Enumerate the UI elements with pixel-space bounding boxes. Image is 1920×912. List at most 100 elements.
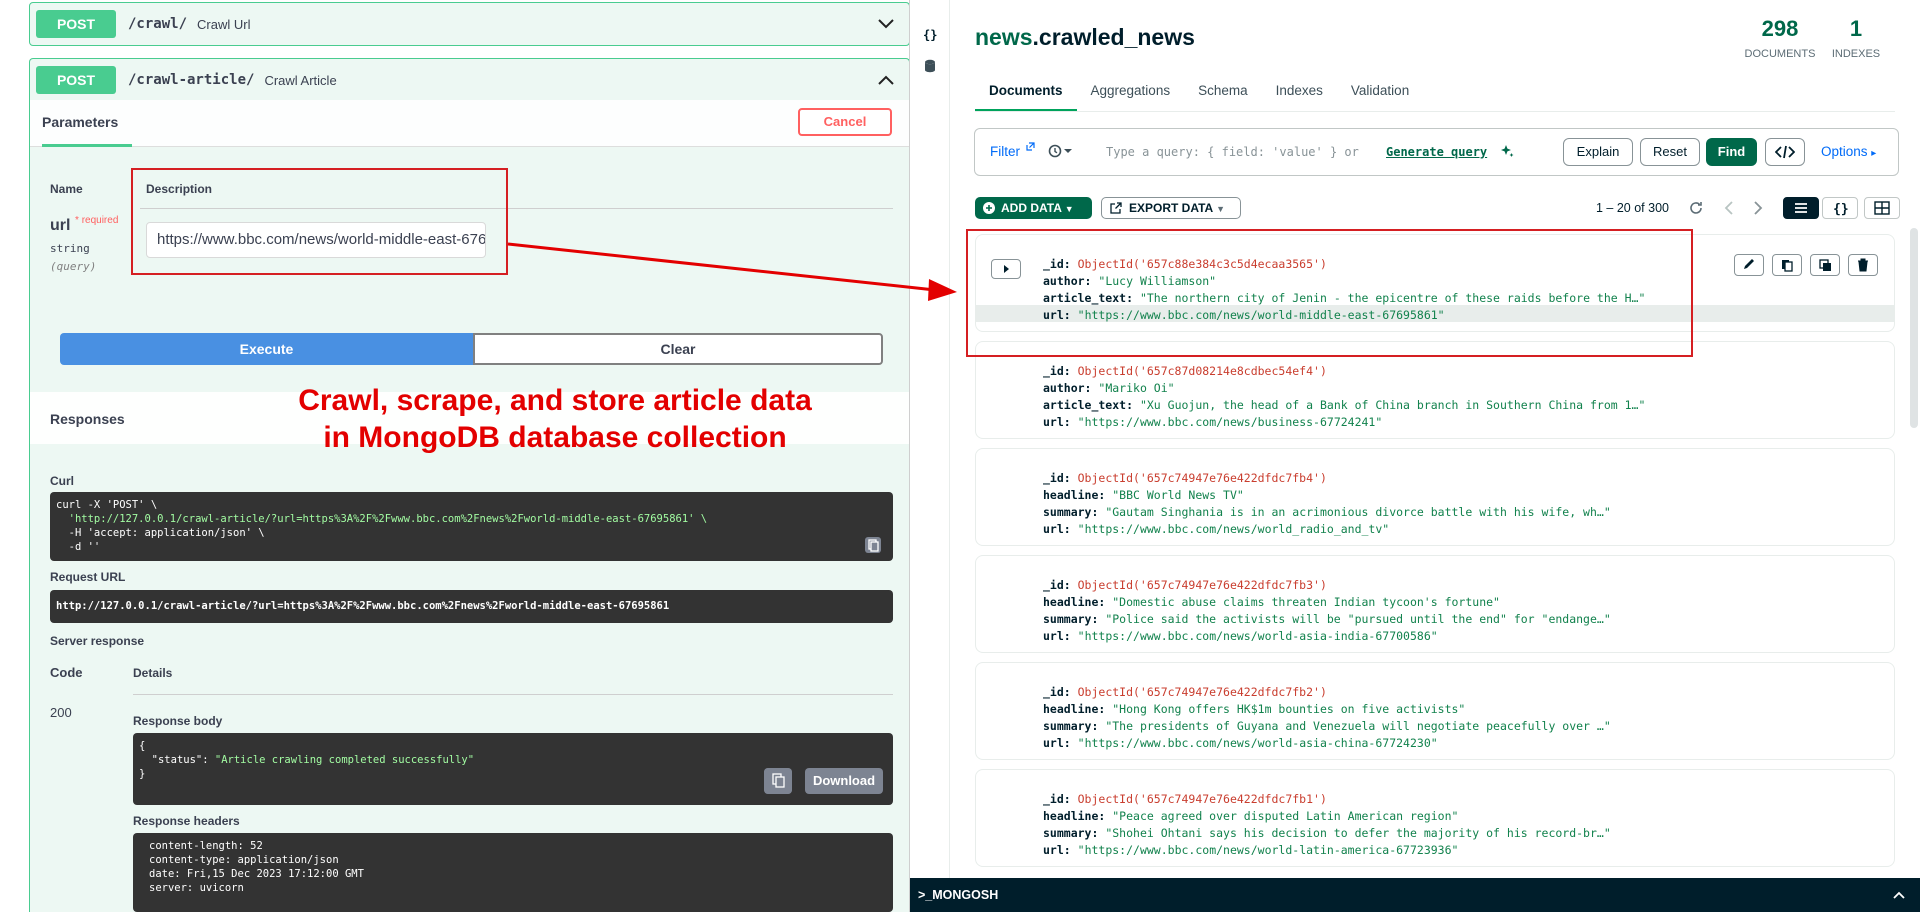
- tab-schema[interactable]: Schema: [1184, 82, 1262, 112]
- header-line: server: uvicorn: [149, 882, 244, 894]
- chevron-left-icon[interactable]: [1722, 200, 1736, 216]
- screen: POST /crawl/ Crawl Url POST /crawl-artic…: [0, 0, 1920, 912]
- braces-icon: {}: [1833, 202, 1849, 217]
- add-data-button[interactable]: ADD DATA ▼: [975, 197, 1092, 219]
- object-id: ObjectId('657c74947e76e422dfdc7fb4'): [1077, 471, 1327, 485]
- doc-field: _id: ObjectId('657c87d08214e8cdbec54ef4'…: [1043, 364, 1327, 378]
- tab-documents[interactable]: Documents: [975, 82, 1077, 112]
- code-icon: [1774, 145, 1796, 159]
- operation-summary: Crawl Article: [264, 72, 337, 88]
- method-badge: POST: [36, 10, 116, 38]
- doc-field: headline: "Domestic abuse claims threate…: [1043, 595, 1500, 609]
- documents-label: DOCUMENTS: [1744, 48, 1816, 60]
- doc-field: article_text: "Xu Guojun, the head of a …: [1043, 398, 1646, 412]
- annotation-text: Crawl, scrape, and store article data in…: [230, 382, 880, 456]
- export-data-label: EXPORT DATA: [1129, 201, 1213, 215]
- execute-button[interactable]: Execute: [60, 333, 473, 365]
- doc-field: url: "https://www.bbc.com/news/world-lat…: [1043, 843, 1459, 857]
- document-card[interactable]: _id: ObjectId('657c74947e76e422dfdc7fb3'…: [975, 555, 1895, 653]
- doc-field: summary: "Gautam Singhania is in an acri…: [1043, 505, 1611, 519]
- filter-label[interactable]: Filter: [990, 144, 1020, 159]
- indexes-label: INDEXES: [1831, 48, 1881, 60]
- operation-summary: Crawl Url: [197, 16, 251, 32]
- export-data-button[interactable]: EXPORT DATA ▼: [1101, 197, 1241, 219]
- doc-field: summary: "The presidents of Guyana and V…: [1043, 719, 1611, 733]
- object-id: ObjectId('657c74947e76e422dfdc7fb2'): [1077, 685, 1327, 699]
- responses-title: Responses: [50, 411, 125, 427]
- copy-icon[interactable]: [864, 536, 882, 554]
- plus-circle-icon: [983, 202, 995, 214]
- doc-field: url: "https://www.bbc.com/news/world-asi…: [1043, 736, 1438, 750]
- server-response-label: Server response: [50, 634, 145, 648]
- external-link-icon[interactable]: [1026, 142, 1035, 151]
- method-badge: POST: [36, 66, 116, 94]
- clear-button[interactable]: Clear: [473, 333, 883, 365]
- request-url-label: Request URL: [50, 570, 126, 584]
- braces-icon[interactable]: {}: [922, 26, 938, 42]
- doc-field: _id: ObjectId('657c74947e76e422dfdc7fb2'…: [1043, 685, 1327, 699]
- divider: [975, 111, 1895, 112]
- param-location: (query): [50, 260, 97, 273]
- explain-button[interactable]: Explain: [1563, 138, 1633, 166]
- operation-crawl[interactable]: POST /crawl/ Crawl Url: [29, 2, 909, 46]
- copy-document-button[interactable]: [1772, 254, 1802, 276]
- code-view-button[interactable]: [1765, 138, 1805, 166]
- chevron-down-icon[interactable]: [875, 13, 897, 35]
- tab-indexes[interactable]: Indexes: [1262, 82, 1337, 112]
- svg-text:{}: {}: [923, 28, 937, 42]
- table-view-button[interactable]: [1864, 197, 1900, 219]
- database-icon[interactable]: [922, 58, 938, 74]
- generate-query-link[interactable]: Generate query: [1386, 145, 1487, 159]
- pagination-text: 1 – 20 of 300: [1596, 201, 1669, 215]
- details-header: Details: [133, 666, 173, 680]
- clone-button[interactable]: [1810, 254, 1840, 276]
- highlight-box: [131, 168, 508, 275]
- chevron-up-icon[interactable]: [875, 69, 897, 91]
- json-view-button[interactable]: {}: [1822, 197, 1858, 219]
- svg-text:{}: {}: [1833, 202, 1849, 217]
- database-name: news: [975, 24, 1033, 50]
- doc-field: url: "https://www.bbc.com/news/business-…: [1043, 415, 1383, 429]
- doc-field: summary: "Police said the activists will…: [1043, 612, 1611, 626]
- find-button[interactable]: Find: [1706, 138, 1757, 166]
- response-headers-box: content-length: 52 content-type: applicat…: [133, 833, 893, 912]
- filter-placeholder[interactable]: Type a query: { field: 'value' } or: [1106, 145, 1359, 159]
- highlight-box: [966, 229, 1693, 357]
- delete-button[interactable]: [1848, 254, 1878, 276]
- mongosh-bar[interactable]: >_MONGOSH: [910, 878, 1920, 912]
- divider: [133, 694, 893, 695]
- response-headers-label: Response headers: [133, 814, 240, 828]
- code-header: Code: [50, 665, 83, 680]
- doc-field: url: "https://www.bbc.com/news/world-asi…: [1043, 629, 1438, 643]
- required-star: *: [75, 215, 79, 226]
- options-toggle[interactable]: Options ▸: [1821, 144, 1876, 159]
- cancel-button[interactable]: Cancel: [798, 108, 892, 136]
- tab-validation[interactable]: Validation: [1337, 82, 1423, 112]
- document-card[interactable]: _id: ObjectId('657c74947e76e422dfdc7fb4'…: [975, 448, 1895, 546]
- clone-icon: [1819, 259, 1831, 271]
- collection-name: .crawled_news: [1032, 24, 1195, 50]
- edit-button[interactable]: [1734, 254, 1764, 276]
- refresh-icon[interactable]: [1688, 200, 1704, 216]
- request-url-box: http://127.0.0.1/crawl-article/?url=http…: [50, 590, 893, 623]
- response-body-label: Response body: [133, 714, 223, 728]
- header-line: content-type: application/json: [149, 854, 339, 866]
- tab-parameters[interactable]: Parameters: [42, 114, 118, 130]
- scrollbar[interactable]: [1910, 228, 1918, 428]
- operation-crawl-article[interactable]: POST /crawl-article/ Crawl Article: [29, 58, 909, 101]
- list-view-button[interactable]: [1783, 197, 1819, 219]
- caret-down-icon: ▼: [1064, 204, 1074, 214]
- pencil-icon: [1744, 259, 1754, 269]
- history-icon[interactable]: [1048, 144, 1074, 158]
- reset-button[interactable]: Reset: [1640, 138, 1700, 166]
- chevron-up-icon[interactable]: [1892, 888, 1906, 902]
- documents-count: 298: [1761, 16, 1799, 41]
- object-id: ObjectId('657c74947e76e422dfdc7fb1'): [1077, 792, 1327, 806]
- document-card[interactable]: _id: ObjectId('657c74947e76e422dfdc7fb2'…: [975, 662, 1895, 760]
- doc-field: headline: "Hong Kong offers HK$1m bounti…: [1043, 702, 1466, 716]
- document-card[interactable]: _id: ObjectId('657c74947e76e422dfdc7fb1'…: [975, 769, 1895, 867]
- download-button[interactable]: Download: [805, 768, 883, 794]
- chevron-right-icon[interactable]: [1751, 200, 1765, 216]
- tab-aggregations[interactable]: Aggregations: [1077, 82, 1185, 112]
- copy-icon[interactable]: [764, 768, 792, 794]
